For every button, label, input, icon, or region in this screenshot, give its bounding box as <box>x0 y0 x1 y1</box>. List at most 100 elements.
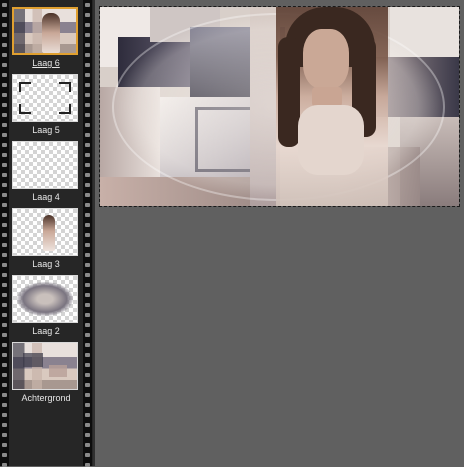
film-strip-left <box>0 0 9 467</box>
sprocket-hole <box>2 303 7 307</box>
sprocket-hole <box>2 353 7 357</box>
layer-label: Achtergrond <box>21 393 71 403</box>
sprocket-hole <box>85 273 90 277</box>
layer-thumbnail <box>12 275 78 323</box>
sprocket-hole <box>85 193 90 197</box>
sprocket-hole <box>2 253 7 257</box>
sprocket-hole <box>2 243 7 247</box>
sprocket-hole <box>2 423 7 427</box>
sprocket-hole <box>85 253 90 257</box>
sprocket-hole <box>85 333 90 337</box>
sprocket-hole <box>2 403 7 407</box>
sprocket-hole <box>2 263 7 267</box>
sprocket-hole <box>85 133 90 137</box>
sprocket-hole <box>2 173 7 177</box>
sprocket-hole <box>85 423 90 427</box>
sprocket-hole <box>2 383 7 387</box>
layer-label: Laag 5 <box>32 125 60 135</box>
sprocket-hole <box>2 413 7 417</box>
sprocket-hole <box>85 453 90 457</box>
sprocket-hole <box>2 123 7 127</box>
sprocket-hole <box>85 233 90 237</box>
sprocket-hole <box>85 353 90 357</box>
sprocket-hole <box>2 83 7 87</box>
layer-item-achtergrond[interactable]: Achtergrond <box>10 342 82 403</box>
sprocket-hole <box>2 313 7 317</box>
sprocket-hole <box>2 133 7 137</box>
image-canvas[interactable] <box>99 6 460 207</box>
sprocket-hole <box>85 303 90 307</box>
sprocket-hole <box>85 113 90 117</box>
sprocket-hole <box>2 3 7 7</box>
layer-thumbnail <box>12 141 78 189</box>
layer-thumbnail <box>12 7 78 55</box>
sprocket-hole <box>85 153 90 157</box>
layer-thumbnail <box>12 74 78 122</box>
sprocket-hole <box>85 363 90 367</box>
sprocket-hole <box>85 433 90 437</box>
layer-label: Laag 6 <box>32 58 60 68</box>
sprocket-hole <box>85 173 90 177</box>
sprocket-hole <box>2 53 7 57</box>
sprocket-hole <box>85 3 90 7</box>
sprocket-hole <box>85 143 90 147</box>
layer-label: Laag 4 <box>32 192 60 202</box>
sprocket-hole <box>85 293 90 297</box>
layer-thumbnail <box>12 342 78 390</box>
layer-item-laag-5[interactable]: Laag 5 <box>10 74 82 135</box>
sprocket-hole <box>2 343 7 347</box>
layer-item-laag-3[interactable]: Laag 3 <box>10 208 82 269</box>
sprocket-hole <box>2 213 7 217</box>
sprocket-hole <box>85 243 90 247</box>
layers-panel: Laag 6 Laag 5 Laag 4 Laag 3 Laag 2 Achte… <box>0 0 93 467</box>
sprocket-hole <box>2 103 7 107</box>
sprocket-hole <box>85 123 90 127</box>
sprocket-hole <box>85 343 90 347</box>
sprocket-hole <box>2 153 7 157</box>
sprocket-hole <box>2 183 7 187</box>
sprocket-hole <box>2 463 7 467</box>
sprocket-hole <box>85 223 90 227</box>
sprocket-hole <box>2 163 7 167</box>
layer-label: Laag 3 <box>32 259 60 269</box>
sprocket-hole <box>2 193 7 197</box>
sprocket-hole <box>2 233 7 237</box>
sprocket-hole <box>2 373 7 377</box>
layer-item-laag-2[interactable]: Laag 2 <box>10 275 82 336</box>
sprocket-hole <box>2 293 7 297</box>
sprocket-hole <box>85 323 90 327</box>
sprocket-hole <box>85 373 90 377</box>
sprocket-hole <box>2 203 7 207</box>
sprocket-hole <box>2 33 7 37</box>
sprocket-hole <box>2 453 7 457</box>
layer-item-laag-6[interactable]: Laag 6 <box>10 7 82 68</box>
sprocket-hole <box>2 143 7 147</box>
sprocket-hole <box>2 23 7 27</box>
sprocket-hole <box>85 313 90 317</box>
sprocket-hole <box>85 463 90 467</box>
sprocket-hole <box>85 403 90 407</box>
sprocket-hole <box>85 73 90 77</box>
sprocket-hole <box>85 53 90 57</box>
sprocket-hole <box>85 13 90 17</box>
sprocket-hole <box>85 263 90 267</box>
sprocket-hole <box>2 323 7 327</box>
sprocket-hole <box>2 443 7 447</box>
sprocket-hole <box>2 93 7 97</box>
sprocket-hole <box>85 203 90 207</box>
sprocket-hole <box>85 23 90 27</box>
sprocket-hole <box>85 43 90 47</box>
sprocket-hole <box>85 33 90 37</box>
sprocket-hole <box>85 83 90 87</box>
sprocket-hole <box>2 393 7 397</box>
sprocket-hole <box>2 13 7 17</box>
sprocket-hole <box>85 93 90 97</box>
sprocket-hole <box>85 383 90 387</box>
sprocket-hole <box>2 433 7 437</box>
sprocket-hole <box>85 103 90 107</box>
sprocket-hole <box>2 63 7 67</box>
panel-divider <box>93 0 95 466</box>
sprocket-hole <box>2 283 7 287</box>
sprocket-hole <box>85 413 90 417</box>
layer-item-laag-4[interactable]: Laag 4 <box>10 141 82 202</box>
